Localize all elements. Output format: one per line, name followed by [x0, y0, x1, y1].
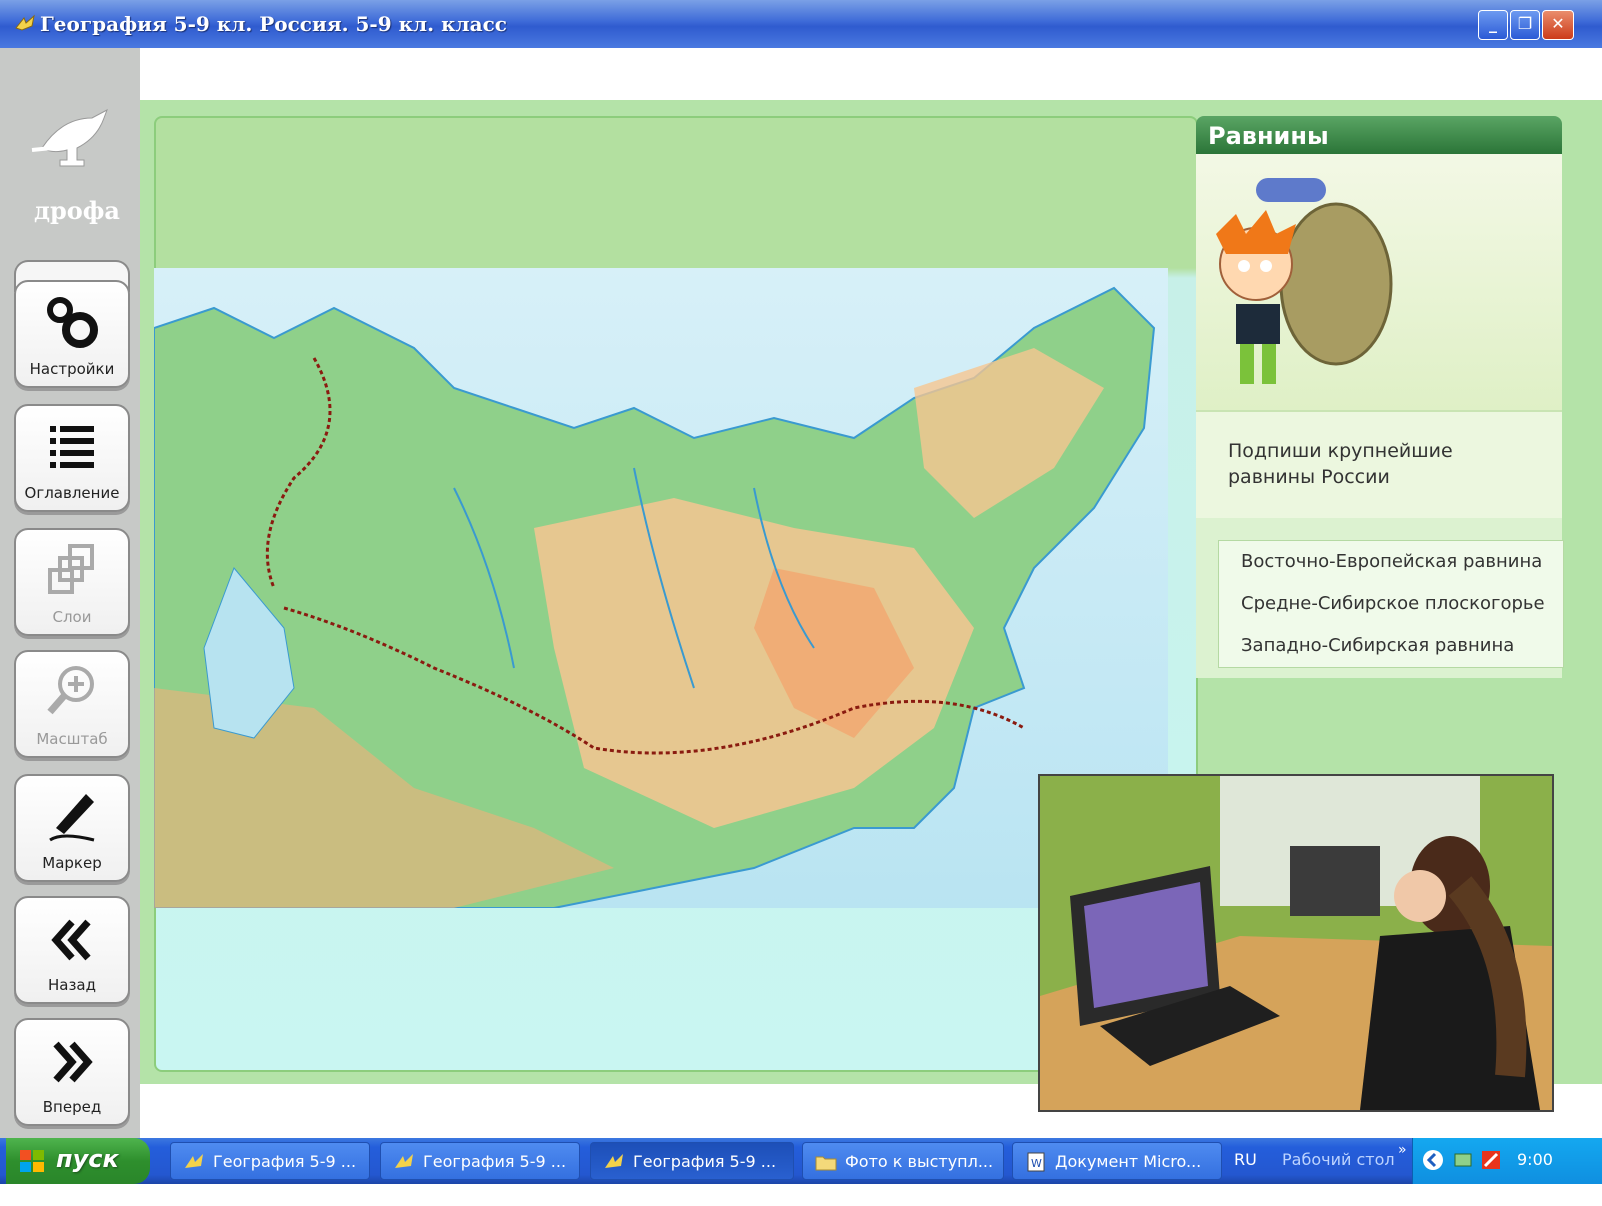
close-button[interactable]: ✕: [1542, 10, 1574, 40]
zoom-button[interactable]: Масштаб: [14, 650, 130, 758]
app-icon: [395, 1154, 413, 1168]
contents-button[interactable]: Оглавление: [14, 404, 130, 512]
taskbar-button-active[interactable]: География 5-9 ...: [590, 1142, 794, 1180]
toolbar-overflow-button[interactable]: »: [1398, 1142, 1407, 1158]
answers-area: Восточно-Европейская равнина Средне-Сиби…: [1196, 518, 1564, 678]
answer-item[interactable]: Средне-Сибирское плоскогорье: [1241, 593, 1545, 614]
svg-text:W: W: [1031, 1157, 1042, 1170]
taskbar-button[interactable]: География 5-9 ...: [170, 1142, 370, 1180]
layers-label: Слои: [52, 608, 92, 626]
taskbar-button[interactable]: W Документ Micro...: [1012, 1142, 1222, 1180]
zoom-icon: [47, 666, 94, 715]
marker-label: Маркер: [42, 854, 102, 872]
taskbar-button-label: География 5-9 ...: [633, 1152, 777, 1171]
word-document-icon: W: [1027, 1152, 1045, 1172]
layers-button[interactable]: Слои: [14, 528, 130, 636]
folder-icon: [815, 1156, 837, 1171]
taskbar-button[interactable]: География 5-9 ...: [380, 1142, 580, 1180]
taskbar: пуск География 5-9 ... География 5-9 ...…: [0, 1138, 1602, 1184]
forward-button[interactable]: Вперед: [14, 1018, 130, 1126]
task-text: Подпиши крупнейшие равнины России: [1228, 440, 1453, 488]
settings-button[interactable]: Настройки: [14, 280, 130, 388]
answer-list: Восточно-Европейская равнина Средне-Сиби…: [1218, 540, 1564, 668]
student-at-computer-photo: [1040, 776, 1552, 1110]
bird-logo-icon: [31, 108, 108, 167]
minimize-button[interactable]: _: [1478, 10, 1508, 40]
forward-icon: [53, 1041, 93, 1083]
start-label: пуск: [56, 1145, 119, 1173]
answer-item[interactable]: Западно-Сибирская равнина: [1241, 635, 1514, 656]
zoom-label: Масштаб: [36, 730, 108, 748]
contents-label: Оглавление: [24, 484, 120, 502]
back-button[interactable]: Назад: [14, 896, 130, 1004]
list-icon: [50, 426, 94, 468]
back-label: Назад: [47, 976, 96, 994]
antivirus-icon[interactable]: [1479, 1148, 1503, 1172]
logo-text: дрофа: [34, 196, 120, 225]
restore-button[interactable]: ❐: [1510, 10, 1540, 40]
back-icon: [51, 919, 91, 961]
taskbar-button-label: География 5-9 ...: [213, 1152, 357, 1171]
window-title: География 5-9 кл. Россия. 5-9 кл. класс: [40, 12, 507, 36]
taskbar-button[interactable]: Фото к выступл...: [802, 1142, 1004, 1180]
layers-icon: [48, 544, 94, 594]
answer-item[interactable]: Восточно-Европейская равнина: [1241, 551, 1542, 572]
marker-icon: [49, 794, 95, 842]
boy-with-backpack-illustration: [1216, 178, 1393, 384]
taskbar-button-label: Фото к выступл...: [845, 1152, 994, 1171]
tray-arrow-icon[interactable]: [1421, 1148, 1445, 1172]
marker-button[interactable]: Маркер: [14, 774, 130, 882]
app-icon: [185, 1154, 203, 1168]
classroom-photo: [1038, 774, 1554, 1112]
task-box: Подпиши крупнейшие равнины России: [1196, 410, 1562, 522]
forward-label: Вперед: [42, 1098, 102, 1116]
settings-label: Настройки: [29, 360, 115, 378]
network-icon[interactable]: [1451, 1148, 1475, 1172]
app-icon: [15, 14, 35, 31]
drofa-logo: дрофа: [22, 88, 122, 225]
app-icon: [605, 1154, 623, 1168]
clock: 9:00: [1517, 1150, 1553, 1169]
traveler-character: [1196, 154, 1562, 410]
system-tray: 9:00: [1412, 1138, 1602, 1184]
taskbar-button-label: Документ Micro...: [1055, 1152, 1202, 1171]
window-titlebar[interactable]: География 5-9 кл. Россия. 5-9 кл. класс …: [0, 0, 1602, 48]
russia-physical-map[interactable]: [154, 268, 1168, 908]
start-button[interactable]: пуск: [6, 1138, 150, 1184]
taskbar-button-label: География 5-9 ...: [423, 1152, 567, 1171]
language-indicator[interactable]: RU: [1234, 1150, 1257, 1169]
gears-icon: [47, 297, 98, 348]
panel-title: Равнины: [1196, 116, 1562, 154]
task-panel: Равнины Подпиши крупнейшие равнины Росси…: [1196, 116, 1566, 776]
windows-flag-icon: [20, 1150, 44, 1172]
desktop-toolbar-label[interactable]: Рабочий стол: [1282, 1150, 1395, 1169]
